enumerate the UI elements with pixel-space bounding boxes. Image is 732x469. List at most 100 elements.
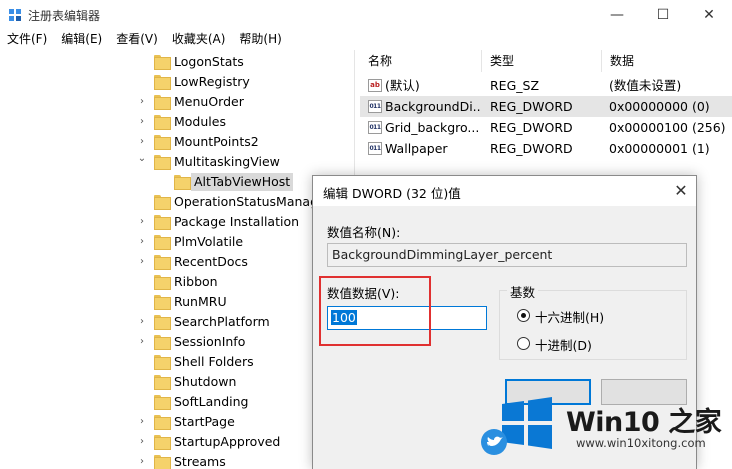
folder-icon bbox=[154, 155, 171, 170]
chevron-right-icon[interactable]: › bbox=[137, 255, 147, 269]
chevron-right-icon[interactable]: › bbox=[137, 115, 147, 129]
tree-item[interactable]: › Package Installation bbox=[0, 212, 354, 232]
binary-value-icon: 011 bbox=[368, 121, 382, 134]
folder-icon bbox=[154, 215, 171, 230]
tree-item[interactable]: LowRegistry bbox=[0, 72, 354, 92]
tree-item[interactable]: OperationStatusManage bbox=[0, 192, 354, 212]
folder-icon bbox=[154, 95, 171, 110]
tree-item[interactable]: › StartPage bbox=[0, 412, 354, 432]
tree-item-label: SearchPlatform bbox=[174, 314, 270, 329]
folder-icon bbox=[154, 455, 171, 469]
menu-bar: 文件(F) 编辑(E) 查看(V) 收藏夹(A) 帮助(H) bbox=[0, 30, 732, 49]
bird-icon bbox=[481, 429, 507, 455]
tree-item[interactable]: AltTabViewHost bbox=[0, 172, 354, 192]
close-button[interactable]: ✕ bbox=[686, 0, 732, 30]
column-header-name[interactable]: 名称 bbox=[360, 50, 482, 72]
tree-item-label: OperationStatusManage bbox=[174, 194, 326, 209]
tree-item-label: SessionInfo bbox=[174, 334, 246, 349]
chevron-right-icon[interactable]: › bbox=[137, 215, 147, 229]
folder-icon bbox=[154, 415, 171, 430]
folder-icon bbox=[154, 375, 171, 390]
tree-item-label: Package Installation bbox=[174, 214, 300, 229]
value-type: REG_SZ bbox=[490, 78, 540, 93]
tree-item[interactable]: LogonStats bbox=[0, 52, 354, 72]
watermark: Win10 之家 www.win10xitong.com bbox=[480, 380, 732, 469]
tree-item-label: Shell Folders bbox=[174, 354, 254, 369]
dec-radio-label: 十进制(D) bbox=[535, 338, 592, 353]
folder-icon bbox=[154, 355, 171, 370]
tree-item-label: StartupApproved bbox=[174, 434, 281, 449]
folder-icon bbox=[154, 295, 171, 310]
list-item[interactable]: ab (默认) REG_SZ (数值未设置) bbox=[360, 75, 732, 96]
maximize-button[interactable]: ☐ bbox=[640, 0, 686, 30]
folder-icon bbox=[154, 255, 171, 270]
folder-icon bbox=[154, 195, 171, 210]
minimize-button[interactable]: — bbox=[594, 0, 640, 30]
title-bar: 注册表编辑器 — ☐ ✕ bbox=[0, 0, 732, 30]
binary-value-icon: 011 bbox=[368, 100, 382, 113]
menu-file[interactable]: 文件(F) bbox=[0, 30, 54, 49]
watermark-brand: Win10 之家 bbox=[566, 407, 722, 438]
value-data: 0x00000000 (0) bbox=[609, 99, 710, 114]
dec-radio[interactable] bbox=[517, 337, 530, 350]
tree-item-label: RunMRU bbox=[174, 294, 227, 309]
chevron-right-icon[interactable]: › bbox=[137, 235, 147, 249]
tree-item-label: SoftLanding bbox=[174, 394, 249, 409]
tree-item[interactable]: › Streams bbox=[0, 452, 354, 469]
tree-item-label: LowRegistry bbox=[174, 74, 250, 89]
window-title: 注册表编辑器 bbox=[28, 9, 101, 23]
tree-item[interactable]: SoftLanding bbox=[0, 392, 354, 412]
menu-view[interactable]: 查看(V) bbox=[109, 30, 165, 49]
column-header-type[interactable]: 类型 bbox=[482, 50, 602, 72]
chevron-right-icon[interactable]: › bbox=[137, 435, 147, 449]
tree-item[interactable]: Ribbon bbox=[0, 272, 354, 292]
chevron-right-icon[interactable]: › bbox=[137, 135, 147, 149]
chevron-right-icon[interactable]: › bbox=[137, 455, 147, 469]
tree-item[interactable]: ⌄ MultitaskingView bbox=[0, 152, 354, 172]
chevron-down-icon[interactable]: ⌄ bbox=[137, 152, 147, 166]
tree-item[interactable]: › MountPoints2 bbox=[0, 132, 354, 152]
tree-item-label: MountPoints2 bbox=[174, 134, 259, 149]
tree-item[interactable]: › PlmVolatile bbox=[0, 232, 354, 252]
tree-item[interactable]: › SearchPlatform bbox=[0, 312, 354, 332]
registry-key-tree[interactable]: LogonStats LowRegistry › MenuOrder › Modules ›… bbox=[0, 50, 355, 469]
string-value-icon: ab bbox=[368, 79, 382, 92]
tree-item[interactable]: Shutdown bbox=[0, 372, 354, 392]
folder-icon bbox=[154, 335, 171, 350]
tree-item-label: Ribbon bbox=[174, 274, 218, 289]
value-data: (数值未设置) bbox=[609, 78, 682, 93]
tree-item-label: StartPage bbox=[174, 414, 235, 429]
folder-icon bbox=[154, 315, 171, 330]
value-data: 0x00000100 (256) bbox=[609, 120, 726, 135]
value-type: REG_DWORD bbox=[490, 120, 573, 135]
tree-item[interactable]: › RecentDocs bbox=[0, 252, 354, 272]
value-name: Wallpaper bbox=[385, 141, 448, 156]
chevron-right-icon[interactable]: › bbox=[137, 335, 147, 349]
tree-item-label: Shutdown bbox=[174, 374, 237, 389]
list-item[interactable]: 011 Grid_backgro... REG_DWORD 0x00000100 (2… bbox=[360, 117, 732, 138]
menu-help[interactable]: 帮助(H) bbox=[232, 30, 288, 49]
value-name-field: BackgroundDimmingLayer_percent bbox=[327, 243, 687, 267]
menu-edit[interactable]: 编辑(E) bbox=[54, 30, 109, 49]
tree-item[interactable]: › Modules bbox=[0, 112, 354, 132]
menu-favorites[interactable]: 收藏夹(A) bbox=[165, 30, 233, 49]
folder-icon bbox=[154, 435, 171, 450]
folder-icon bbox=[154, 115, 171, 130]
tree-item[interactable]: RunMRU bbox=[0, 292, 354, 312]
value-name: Grid_backgro... bbox=[385, 120, 480, 135]
dialog-close-button[interactable]: ✕ bbox=[666, 176, 696, 206]
folder-icon bbox=[154, 395, 171, 410]
tree-item[interactable]: › MenuOrder bbox=[0, 92, 354, 112]
value-name: BackgroundDi... bbox=[385, 99, 480, 114]
tree-item[interactable]: Shell Folders bbox=[0, 352, 354, 372]
folder-icon bbox=[154, 135, 171, 150]
tree-item[interactable]: › StartupApproved bbox=[0, 432, 354, 452]
list-item[interactable]: 011 BackgroundDi... REG_DWORD 0x00000000 (0… bbox=[360, 96, 732, 117]
chevron-right-icon[interactable]: › bbox=[137, 415, 147, 429]
tree-item[interactable]: › SessionInfo bbox=[0, 332, 354, 352]
column-header-data[interactable]: 数据 bbox=[602, 50, 732, 72]
chevron-right-icon[interactable]: › bbox=[137, 95, 147, 109]
hex-radio[interactable] bbox=[517, 309, 530, 322]
list-item[interactable]: 011 Wallpaper REG_DWORD 0x00000001 (1) bbox=[360, 138, 732, 159]
chevron-right-icon[interactable]: › bbox=[137, 315, 147, 329]
